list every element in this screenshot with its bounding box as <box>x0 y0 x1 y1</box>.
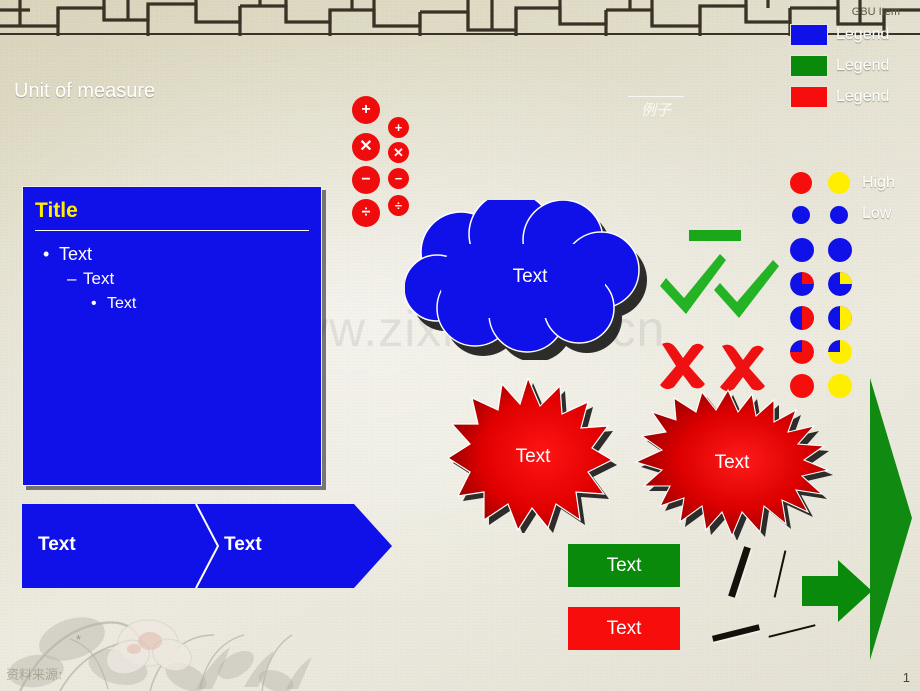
source-label: 资料来源: <box>6 668 63 683</box>
bullet-marker: • <box>43 244 50 264</box>
legend-label: Legend <box>836 26 890 43</box>
harvey-ball-left-row3 <box>790 238 814 262</box>
diagonal-stroke-1 <box>728 546 751 598</box>
title-box-divider <box>35 230 309 231</box>
unit-of-measure-label: Unit of measure <box>14 80 156 102</box>
harvey-ball-left-row2 <box>792 206 810 224</box>
green-tall-triangle-shape <box>870 378 912 660</box>
starburst-callout-2[interactable]: Text <box>628 388 836 541</box>
harvey-ball-left-row4 <box>790 272 814 296</box>
page-number: 1 <box>902 670 910 685</box>
legend: Legend Legend Legend <box>790 22 910 115</box>
operator-plus-large[interactable]: + <box>352 96 380 124</box>
harvey-ball-label-low: Low <box>862 205 892 222</box>
bullet-text: Text <box>107 294 137 312</box>
harvey-ball-right-row4 <box>828 272 852 296</box>
diagonal-stroke-4 <box>768 624 816 638</box>
title-box-bullet-list: • Text – Text • Text <box>23 241 321 315</box>
legend-row: Legend <box>790 84 910 110</box>
legend-swatch <box>790 86 828 108</box>
title-box-heading: Title <box>35 199 78 222</box>
legend-row: Legend <box>790 22 910 48</box>
harvey-ball-right-row1 <box>828 172 850 194</box>
bullet-marker: • <box>91 294 97 312</box>
bullet-level-1: • Text <box>43 241 321 267</box>
harvey-ball-left-row5 <box>790 306 814 330</box>
operator-plus-small[interactable]: + <box>388 117 409 138</box>
operator-divide-large[interactable]: ÷ <box>352 199 380 227</box>
diagonal-stroke-2 <box>773 550 787 598</box>
chevron-banner[interactable]: Text Text <box>22 500 392 592</box>
footnote-asterisk: * <box>76 632 82 647</box>
green-right-arrow-icon <box>802 560 872 622</box>
operator-times-large[interactable]: ✕ <box>352 133 380 161</box>
chevron-segment-2-label: Text <box>224 534 262 555</box>
chevron-banner-shape <box>22 503 392 589</box>
green-text-box[interactable]: Text <box>568 544 680 587</box>
bullet-marker: – <box>67 269 77 289</box>
harvey-ball-right-row2 <box>830 206 848 224</box>
cross-mark-icon-1 <box>660 342 705 390</box>
slide-canvas: www.zixin.com.cn Unit of measure 例子 GBU … <box>0 0 920 691</box>
legend-label: Legend <box>836 57 890 74</box>
harvey-ball-left-row6 <box>790 340 814 364</box>
harvey-ball-right-row5 <box>828 306 852 330</box>
bullet-text: Text <box>83 269 115 289</box>
check-mark-icon-2 <box>714 260 779 318</box>
lattice-border-pattern <box>0 0 920 36</box>
chevron-segment-1-label: Text <box>38 534 76 555</box>
legend-swatch <box>790 55 828 77</box>
legend-label: Legend <box>836 88 890 105</box>
harvey-ball-label-high: High <box>862 174 895 191</box>
cloud-label: Text <box>512 266 548 287</box>
operator-times-small[interactable]: ✕ <box>388 142 409 163</box>
harvey-ball-right-row6 <box>828 340 852 364</box>
legend-row: Legend <box>790 53 910 79</box>
harvey-ball-left-row1 <box>790 172 812 194</box>
starburst-1-label: Text <box>515 446 551 467</box>
gbu-item-header: GBU Item <box>851 6 900 18</box>
starburst-callout-1[interactable]: Text <box>446 376 618 535</box>
title-text-box[interactable]: Title • Text – Text • Text <box>22 186 322 486</box>
operator-minus-small[interactable]: − <box>388 168 409 189</box>
legend-swatch <box>790 24 828 46</box>
bullet-text: Text <box>59 244 93 264</box>
cross-mark-icon-2 <box>720 344 765 392</box>
harvey-ball-right-row3 <box>828 238 852 262</box>
starburst-2-label: Text <box>714 452 750 473</box>
diagonal-stroke-3 <box>711 624 761 642</box>
example-label: 例子 <box>628 96 684 120</box>
bullet-level-3: • Text <box>91 292 321 315</box>
red-text-box[interactable]: Text <box>568 607 680 650</box>
operator-minus-large[interactable]: − <box>352 166 380 194</box>
cloud-callout[interactable]: Text <box>403 191 665 362</box>
green-dash-mark <box>689 230 741 241</box>
bullet-level-2: – Text <box>67 267 321 292</box>
